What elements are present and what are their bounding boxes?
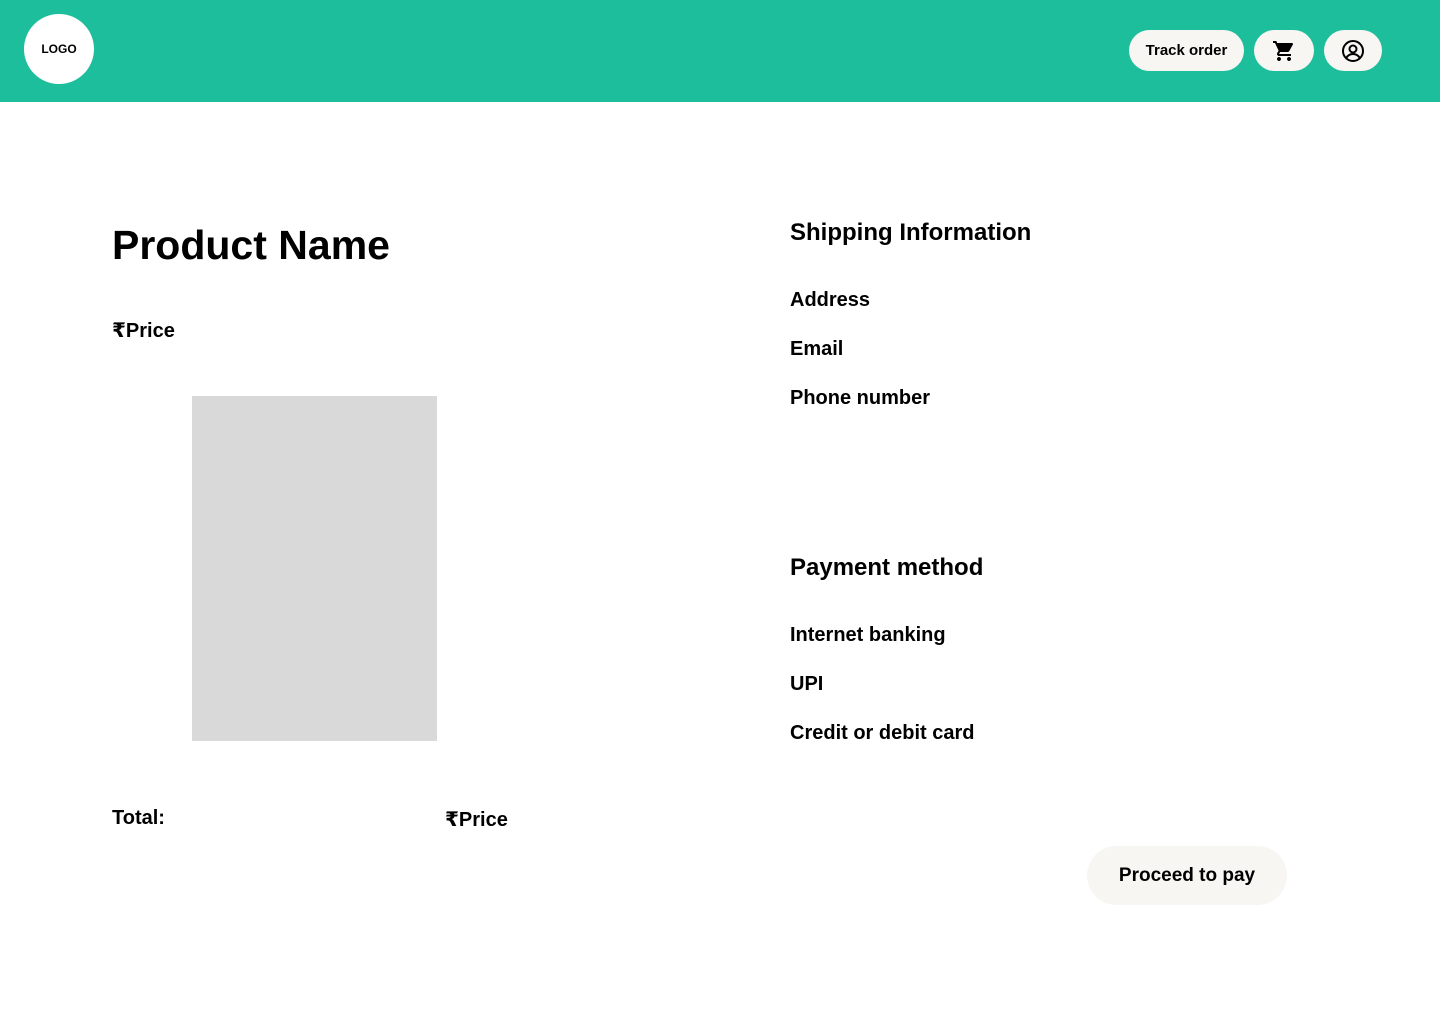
- address-field[interactable]: Address: [790, 289, 870, 312]
- logo[interactable]: LOGO: [24, 14, 94, 84]
- total-price: ₹Price: [445, 809, 508, 831]
- shipping-heading: Shipping Information: [790, 219, 1032, 246]
- cart-button[interactable]: [1254, 30, 1314, 71]
- cart-icon: [1273, 40, 1294, 61]
- proceed-to-pay-label: Proceed to pay: [1118, 864, 1256, 886]
- payment-option-internet-banking[interactable]: Internet banking: [790, 624, 946, 647]
- profile-button[interactable]: [1324, 30, 1382, 71]
- track-order-button[interactable]: Track order: [1129, 30, 1244, 71]
- email-field[interactable]: Email: [790, 338, 843, 361]
- product-image-placeholder: [192, 396, 437, 741]
- track-order-label: Track order: [1145, 42, 1228, 59]
- proceed-to-pay-button[interactable]: Proceed to pay: [1087, 846, 1287, 905]
- header-bar: LOGO Track order: [0, 0, 1440, 102]
- logo-text: LOGO: [41, 42, 77, 56]
- total-label: Total:: [112, 807, 165, 829]
- user-circle-icon: [1342, 39, 1364, 62]
- payment-heading: Payment method: [790, 554, 984, 581]
- product-price: ₹Price: [112, 320, 175, 342]
- payment-option-card[interactable]: Credit or debit card: [790, 722, 974, 745]
- product-name: Product Name: [112, 222, 390, 268]
- payment-option-upi[interactable]: UPI: [790, 673, 823, 696]
- phone-number-field[interactable]: Phone number: [790, 387, 930, 410]
